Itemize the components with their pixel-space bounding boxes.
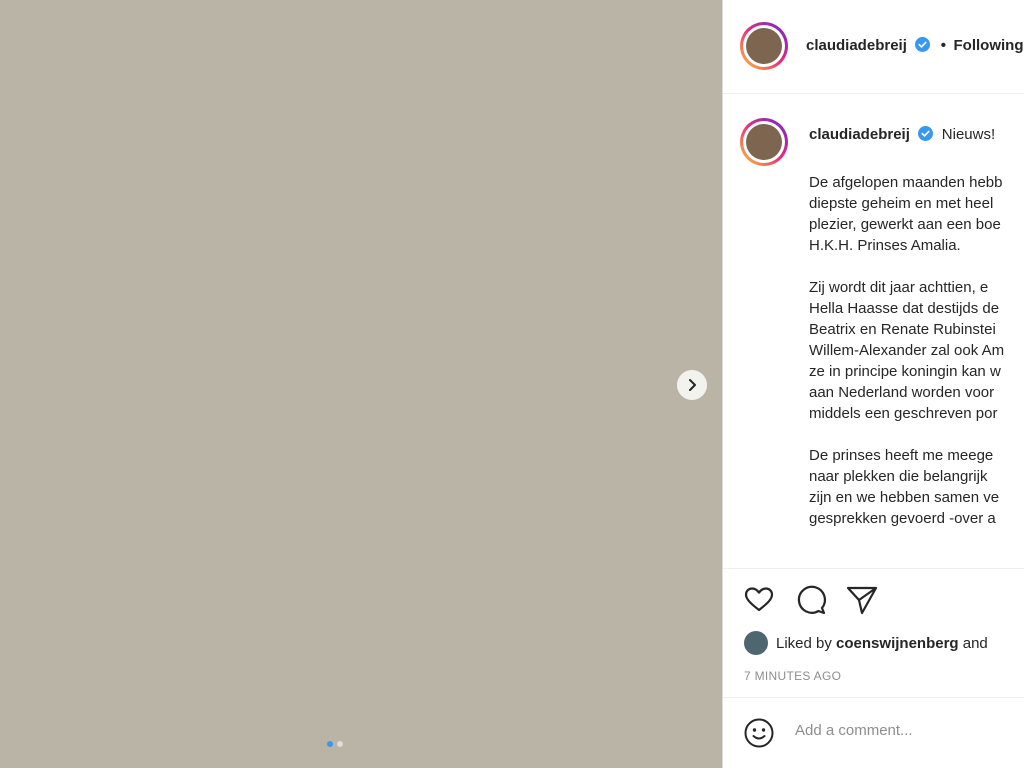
caption-line: Beatrix en Renate Rubinstei — [809, 321, 996, 338]
caption-line: De prinses heeft me meege — [809, 447, 994, 464]
caption-line: aan Nederland worden voor — [809, 384, 995, 401]
verified-badge-icon — [915, 37, 931, 52]
chevron-right-icon — [689, 379, 696, 391]
emoji-icon — [744, 718, 774, 748]
emoji-button[interactable] — [742, 716, 776, 750]
share-icon — [846, 586, 878, 615]
comment-input[interactable] — [795, 722, 1015, 739]
carousel-next-button[interactable] — [677, 370, 707, 400]
caption-line: ze in principe koningin kan w — [809, 363, 1001, 380]
post-actions: Liked by coenswijnenberg and 7 MINUTES A… — [723, 568, 1024, 768]
carousel-dot[interactable] — [337, 741, 343, 747]
post-side-panel: claudiadebreij • Following claudiadebrei… — [722, 0, 1024, 768]
caption-line: diepste geheim en met heel — [809, 195, 994, 212]
caption-avatar[interactable] — [740, 118, 788, 166]
caption-line: naar plekken die belangrijk — [809, 468, 988, 485]
likes-summary: Liked by coenswijnenberg and — [744, 631, 988, 655]
avatar[interactable] — [740, 22, 788, 70]
comment-button[interactable] — [794, 583, 828, 617]
caption-paragraph: De afgelopen maanden hebb diepste geheim … — [809, 172, 1024, 256]
caption-text: De afgelopen maanden hebb diepste geheim … — [809, 172, 1024, 550]
header-username[interactable]: claudiadebreij — [806, 37, 907, 54]
caption-line: Zij wordt dit jaar achttien, e — [809, 279, 989, 296]
caption-line: zijn en we hebben samen ve — [809, 489, 1000, 506]
caption-username[interactable]: claudiadebreij — [809, 126, 910, 143]
caption-paragraph: De prinses heeft me meege naar plekken di… — [809, 445, 1024, 529]
likes-prefix: Liked by — [776, 635, 832, 652]
header-separator: • — [940, 37, 947, 54]
comment-row — [723, 697, 1024, 768]
caption-line: plezier, gewerkt aan een boe — [809, 216, 1001, 233]
post-photo — [0, 0, 722, 768]
carousel-dots — [327, 741, 343, 747]
liker-username[interactable]: coenswijnenberg — [836, 635, 959, 652]
caption-line: H.K.H. Prinses Amalia. — [809, 237, 961, 254]
caption-line: middels een geschreven por — [809, 405, 998, 422]
like-button[interactable] — [742, 583, 776, 617]
verified-badge-icon — [918, 126, 934, 141]
following-button[interactable]: Following — [954, 37, 1024, 54]
heart-icon — [744, 587, 774, 612]
caption-line: gesprekken gevoerd -over a — [809, 510, 996, 527]
caption-paragraph: Zij wordt dit jaar achttien, e Hella Haas… — [809, 277, 1024, 424]
post-timestamp[interactable]: 7 MINUTES AGO — [744, 669, 841, 683]
post-header: claudiadebreij • Following — [723, 0, 1024, 94]
carousel-dot[interactable] — [327, 741, 333, 747]
likes-suffix: and — [962, 635, 988, 652]
caption-headline: Nieuws! — [941, 126, 996, 143]
share-button[interactable] — [845, 583, 879, 617]
liker-avatar[interactable] — [744, 631, 768, 655]
caption-line: De afgelopen maanden hebb — [809, 174, 1003, 191]
caption-line: Hella Haasse dat destijds de — [809, 300, 1000, 317]
comment-icon — [797, 585, 827, 615]
caption-line: Willem-Alexander zal ook Am — [809, 342, 1005, 359]
